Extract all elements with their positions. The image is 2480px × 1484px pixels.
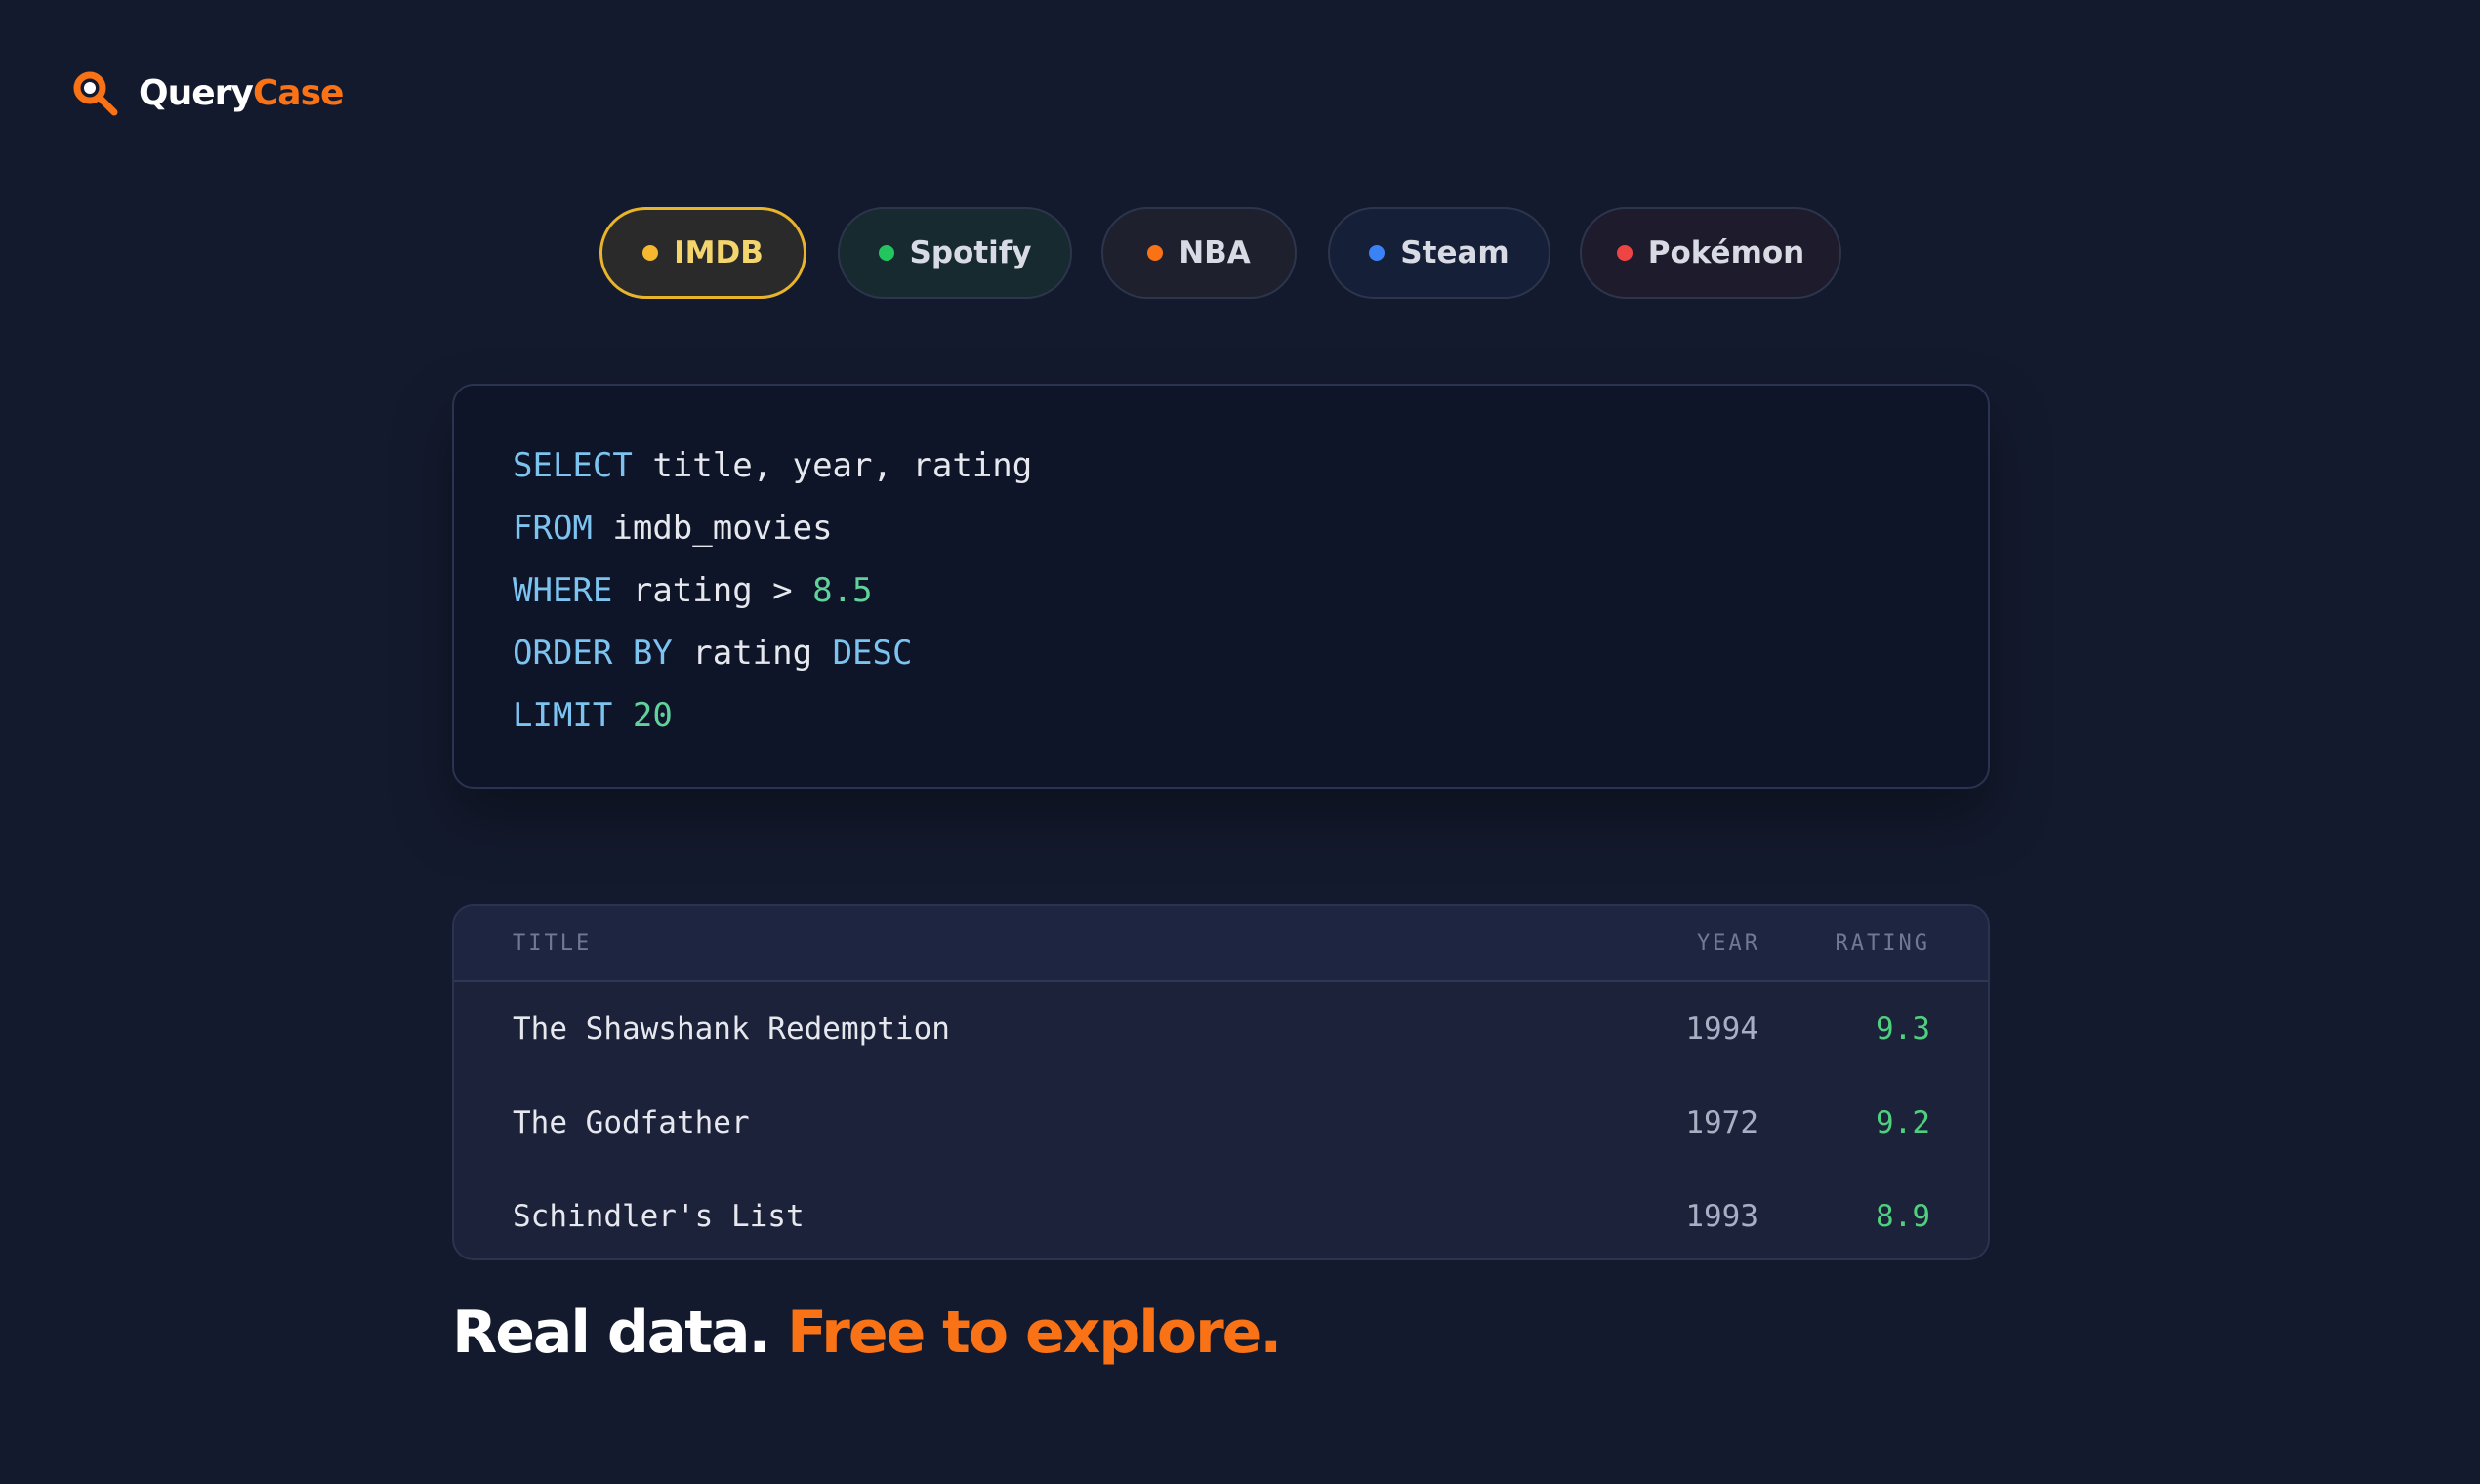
sql-keyword: FROM xyxy=(513,509,593,548)
dataset-dot-icon xyxy=(878,245,894,261)
sql-keyword: SELECT xyxy=(513,446,633,485)
tab-pokemon[interactable]: Pokémon xyxy=(1580,207,1841,299)
table-row[interactable]: Schindler's List 1993 8.9 xyxy=(454,1170,1988,1258)
cell-title: The Godfather xyxy=(513,1105,750,1140)
tab-imdb[interactable]: IMDB xyxy=(599,207,806,299)
sql-line-from: FROM imdb_movies xyxy=(513,497,1988,559)
tab-label: NBA xyxy=(1178,235,1251,270)
cell-year: 1994 xyxy=(1685,1011,1758,1047)
sql-line-select: SELECT title, year, rating xyxy=(513,434,1988,497)
sql-text: rating xyxy=(692,634,813,673)
sql-keyword: DESC xyxy=(832,634,913,673)
table-row[interactable]: The Shawshank Redemption 1994 9.3 xyxy=(454,982,1988,1076)
column-header-title[interactable]: TITLE xyxy=(513,931,592,956)
brand-name-part1: Query xyxy=(139,72,254,113)
dataset-dot-icon xyxy=(1616,245,1633,261)
sql-keyword: LIMIT xyxy=(513,696,613,735)
table-header: TITLE YEAR RATING xyxy=(454,906,1988,982)
tab-label: Pokémon xyxy=(1647,235,1805,270)
column-header-year[interactable]: YEAR xyxy=(1697,931,1760,956)
sql-text: rating > xyxy=(632,571,793,610)
sql-keyword: ORDER BY xyxy=(513,634,673,673)
tab-spotify[interactable]: Spotify xyxy=(838,207,1072,299)
sql-query-editor[interactable]: SELECT title, year, rating FROM imdb_mov… xyxy=(452,384,1990,789)
cell-rating: 8.9 xyxy=(1876,1199,1930,1234)
tagline-part2: Free to explore. xyxy=(787,1298,1282,1367)
results-table: TITLE YEAR RATING The Shawshank Redempti… xyxy=(452,904,1990,1260)
tab-steam[interactable]: Steam xyxy=(1328,207,1550,299)
tab-label: IMDB xyxy=(674,235,764,270)
dataset-tabs: IMDB Spotify NBA Steam Pokémon xyxy=(0,207,2480,303)
sql-number: 20 xyxy=(632,696,673,735)
tagline: Real data. Free to explore. xyxy=(452,1298,1282,1367)
brand-name: QueryCase xyxy=(139,72,345,113)
tagline-part1: Real data. xyxy=(452,1298,770,1367)
sql-line-limit: LIMIT 20 xyxy=(513,684,1988,747)
brand-logo[interactable]: QueryCase xyxy=(70,68,345,117)
tab-label: Steam xyxy=(1400,235,1509,270)
dataset-dot-icon xyxy=(642,245,659,261)
cell-rating: 9.3 xyxy=(1876,1011,1930,1047)
cell-title: The Shawshank Redemption xyxy=(513,1011,950,1047)
magnifier-icon xyxy=(73,71,118,116)
sql-line-where: WHERE rating > 8.5 xyxy=(513,559,1988,622)
sql-line-order-by: ORDER BY rating DESC xyxy=(513,622,1988,684)
cell-year: 1972 xyxy=(1685,1105,1758,1140)
cell-title: Schindler's List xyxy=(513,1199,805,1234)
dataset-dot-icon xyxy=(1147,245,1164,261)
tab-nba[interactable]: NBA xyxy=(1101,207,1297,299)
sql-text: title, year, rating xyxy=(652,446,1033,485)
tab-label: Spotify xyxy=(909,235,1032,270)
sql-number: 8.5 xyxy=(812,571,873,610)
table-row[interactable]: The Godfather 1972 9.2 xyxy=(454,1076,1988,1170)
dataset-dot-icon xyxy=(1369,245,1385,261)
column-header-rating[interactable]: RATING xyxy=(1836,931,1930,956)
page: QueryCase IMDB Spotify NBA Steam Pokémon… xyxy=(0,0,2480,1484)
brand-name-part2: Case xyxy=(252,72,345,113)
cell-year: 1993 xyxy=(1685,1199,1758,1234)
sql-text: imdb_movies xyxy=(612,509,833,548)
cell-rating: 9.2 xyxy=(1876,1105,1930,1140)
sql-keyword: WHERE xyxy=(513,571,613,610)
